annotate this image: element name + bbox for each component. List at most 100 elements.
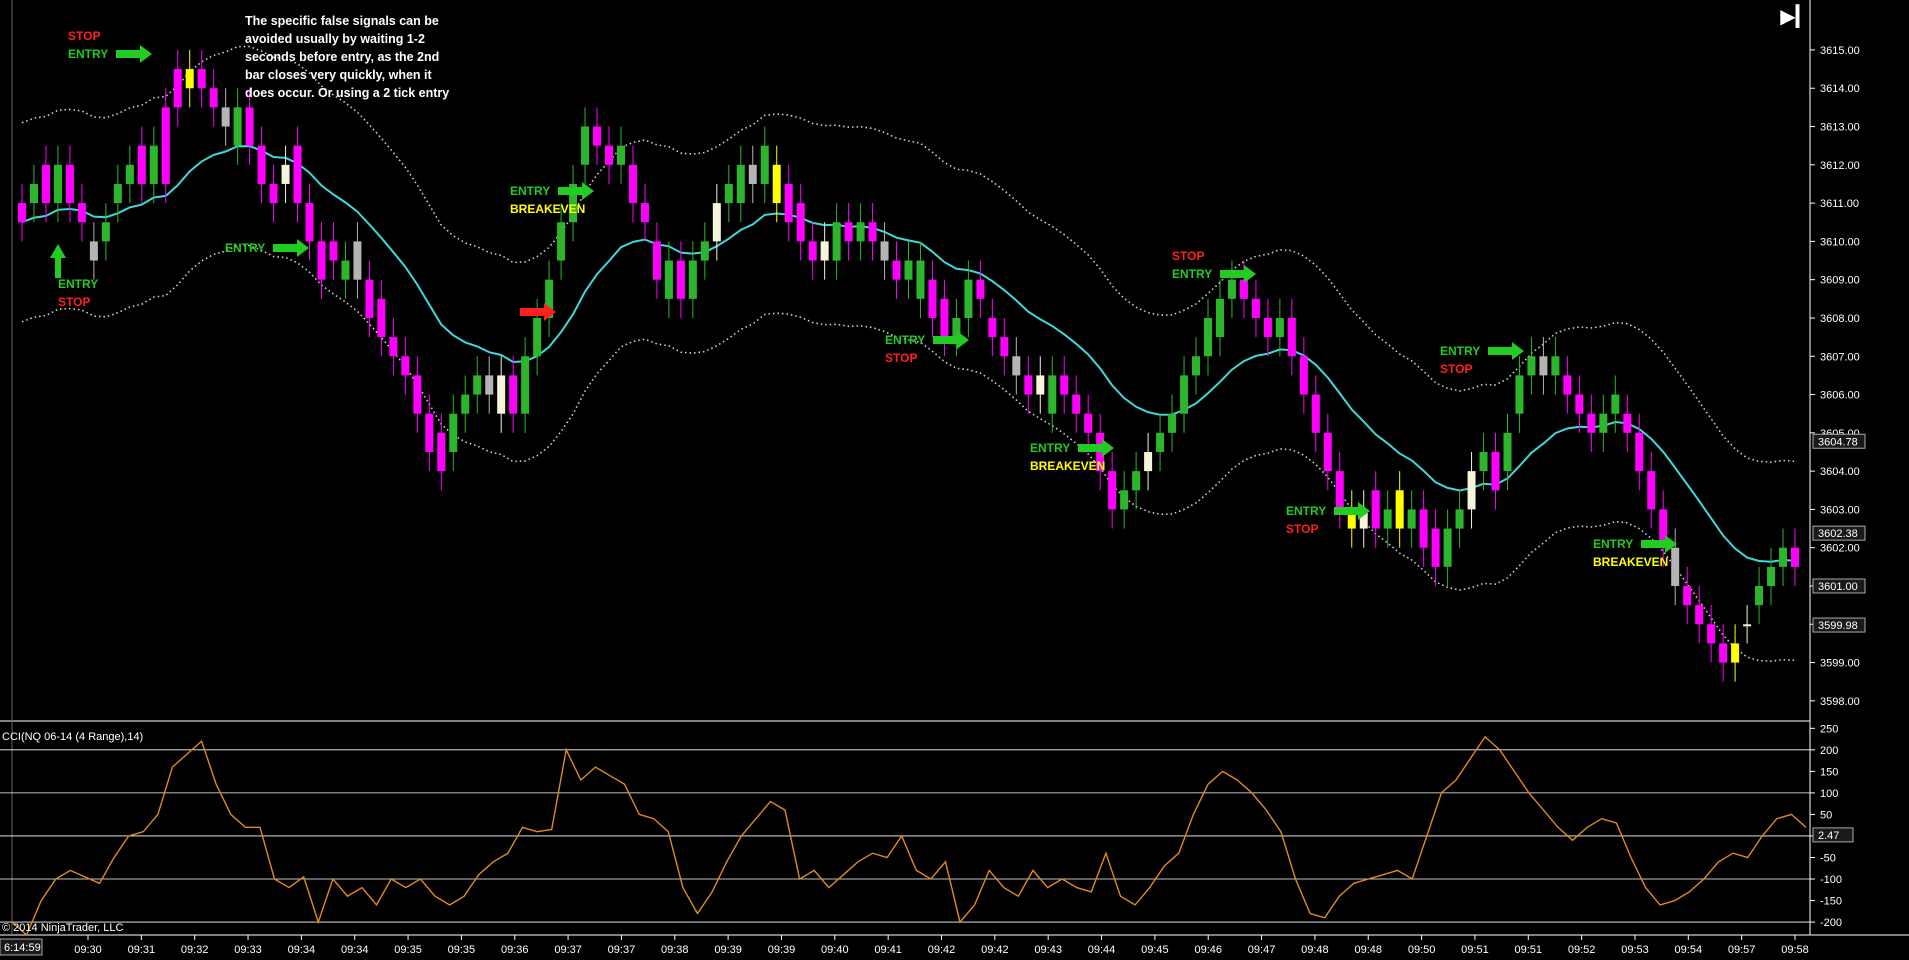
- candle-body: [748, 164, 757, 184]
- time-tick-label: 09:38: [661, 944, 689, 956]
- time-tick-label: 09:50: [1408, 944, 1436, 956]
- candle-body: [1335, 471, 1344, 510]
- price-tick-label: 3609.00: [1820, 275, 1860, 287]
- candle-body: [1000, 337, 1009, 357]
- candle-body: [1407, 509, 1416, 529]
- candle-body: [209, 88, 218, 108]
- candle-body: [461, 394, 470, 414]
- grid-lines: [0, 0, 1909, 936]
- price-tick-label: 3610.00: [1820, 236, 1860, 248]
- cci-value-label: 2.47: [1818, 830, 1839, 842]
- candle-body: [1551, 356, 1560, 376]
- go-to-end-icon[interactable]: ▶▎: [1780, 4, 1811, 28]
- time-tick-label: 09:37: [554, 944, 582, 956]
- candle-body: [1503, 432, 1512, 472]
- entry-arrow-icon: [273, 239, 309, 257]
- entry-arrow-icon: [116, 45, 152, 63]
- candle-body: [581, 126, 590, 165]
- candle-body: [1767, 566, 1776, 586]
- candle-body: [880, 241, 889, 261]
- cci-panel: -200-150-100-500501001502002502.47CCI(NQ…: [0, 723, 1854, 937]
- candle-body: [916, 260, 925, 299]
- candle-body: [892, 260, 901, 280]
- candle-body: [796, 203, 805, 242]
- candle-body: [1383, 509, 1392, 529]
- candle-body: [389, 337, 398, 357]
- candle-body: [485, 375, 494, 395]
- time-tick-label: 09:48: [1301, 944, 1329, 956]
- annotation-label: ENTRY: [1593, 537, 1633, 551]
- note-line: does occur. Or using a 2 tick entry: [245, 86, 450, 100]
- price-tick-label: 3607.00: [1820, 351, 1860, 363]
- candle-body: [1048, 375, 1057, 414]
- candle-body: [1731, 643, 1740, 663]
- annotation-label: STOP: [1172, 249, 1204, 263]
- cci-tick-label: 50: [1820, 809, 1832, 821]
- candle-body: [41, 164, 50, 204]
- candle-body: [784, 183, 793, 223]
- candle-body: [1036, 375, 1045, 395]
- candle-body: [1599, 413, 1608, 433]
- candle-body: [1491, 451, 1500, 491]
- entry-arrow-icon: [1488, 342, 1524, 360]
- time-axis: 09:30 09:31 09:32 09:33 09:34 09:34 09:35 09:35…: [0, 935, 1809, 956]
- time-tick-label: 09:43: [1034, 944, 1062, 956]
- candle-body: [1239, 279, 1248, 299]
- time-tick-label: 09:53: [1621, 944, 1649, 956]
- candle-body: [688, 260, 697, 299]
- candle-body: [509, 375, 518, 414]
- candle-body: [988, 317, 997, 338]
- candle-body: [413, 375, 422, 414]
- copyright-label: © 2014 NinjaTrader, LLC: [2, 922, 123, 934]
- annotation-label: ENTRY: [1030, 441, 1070, 455]
- candle-body: [437, 432, 446, 472]
- candle-body: [161, 107, 170, 184]
- annotation-label: ENTRY: [225, 241, 265, 255]
- candle-body: [1527, 356, 1536, 376]
- candle-body: [616, 145, 625, 165]
- cci-title: CCI(NQ 06-14 (4 Range),14): [2, 731, 143, 743]
- entry-arrow-icon: [1078, 439, 1114, 457]
- candle-body: [173, 69, 182, 108]
- cci-tick-label: -150: [1820, 896, 1842, 908]
- candle-body: [1132, 471, 1141, 491]
- note-line: The specific false signals can be: [245, 14, 439, 28]
- candle-body: [652, 241, 661, 280]
- candle-body: [293, 145, 302, 204]
- candle-body: [1060, 375, 1069, 395]
- candle-body: [844, 222, 853, 242]
- annotation-label: STOP: [68, 29, 100, 43]
- candle-body: [65, 164, 74, 204]
- cci-tick-label: 100: [1820, 788, 1838, 800]
- annotation-label: ENTRY: [58, 277, 98, 291]
- candle-body: [1671, 547, 1680, 586]
- entry-arrow-up-icon: [50, 244, 66, 278]
- lower-band-line: [21, 244, 1796, 663]
- candle-body: [1227, 279, 1236, 299]
- time-tick-label: 09:48: [1354, 944, 1382, 956]
- candle-body: [1635, 432, 1644, 472]
- candle-body: [101, 222, 110, 242]
- time-tick-label: 09:39: [714, 944, 742, 956]
- candle-body: [832, 222, 841, 261]
- candle-body: [1707, 624, 1716, 644]
- time-tick-label: 09:37: [608, 944, 636, 956]
- candle-body: [664, 260, 673, 299]
- candle-body: [605, 145, 614, 165]
- price-marker-label: 3599.98: [1818, 620, 1858, 632]
- candle-body: [329, 241, 338, 261]
- time-tick-label: 09:40: [821, 944, 849, 956]
- candle-body: [1647, 471, 1656, 510]
- candle-body: [868, 222, 877, 242]
- candle-body: [1251, 298, 1260, 318]
- candle-body: [89, 241, 98, 261]
- candle-body: [1287, 317, 1296, 357]
- candle-body: [1743, 624, 1752, 627]
- candle-body: [365, 279, 374, 318]
- time-tick-label: 09:58: [1781, 944, 1809, 956]
- time-tick-label: 09:41: [874, 944, 902, 956]
- time-tick-label: 09:42: [981, 944, 1009, 956]
- candle-body: [1144, 451, 1153, 472]
- candle-body: [1563, 375, 1572, 395]
- time-tick-label: 09:36: [501, 944, 529, 956]
